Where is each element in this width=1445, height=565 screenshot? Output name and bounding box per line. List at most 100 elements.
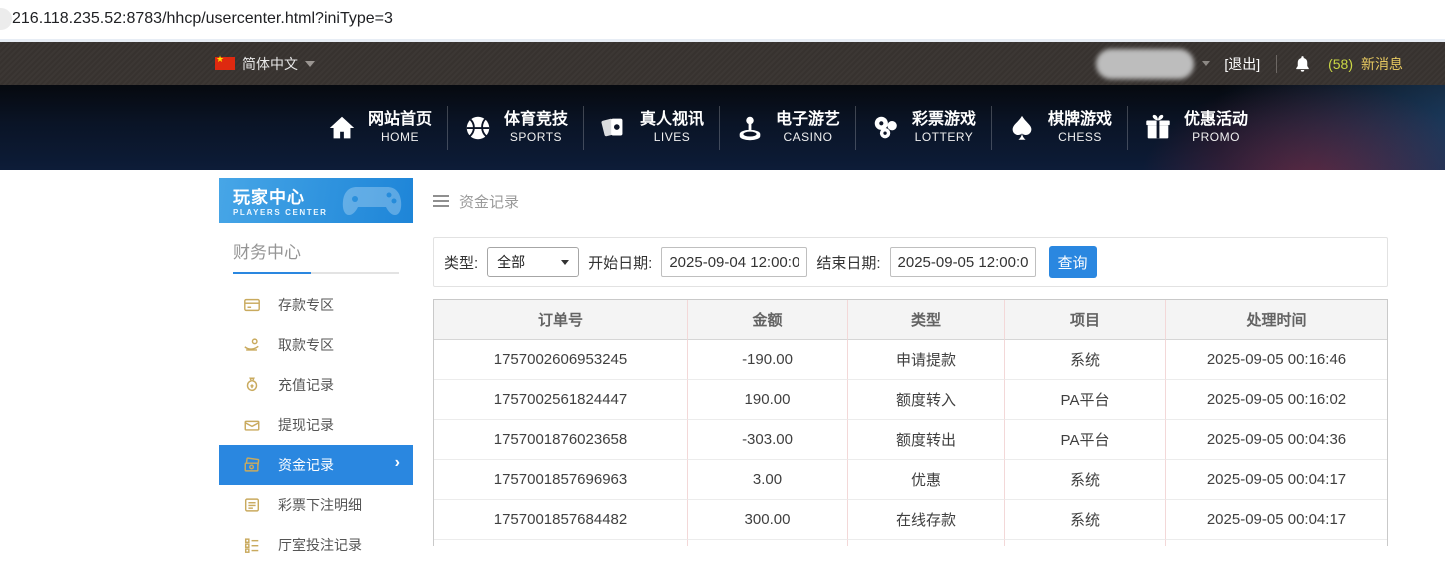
sidebar-item-withdrawal-records[interactable]: 提现记录 — [219, 405, 413, 445]
nav-item-lottery[interactable]: 彩票游戏LOTTERY — [856, 85, 991, 170]
cell-order-no: 1757001876023658 — [434, 420, 687, 460]
url-text[interactable]: 216.118.235.52:8783/hhcp/usercenter.html… — [12, 10, 393, 28]
nav-label-zh: 网站首页 — [368, 110, 432, 130]
logout-link[interactable]: [退出] — [1224, 54, 1260, 74]
bell-icon[interactable] — [1293, 54, 1312, 74]
cell-order-no — [434, 540, 687, 546]
sidebar-item-withdraw-zone[interactable]: 取款专区 — [219, 325, 413, 365]
hamburger-icon[interactable] — [433, 192, 449, 210]
table-row: 1757001876023658 -303.00 额度转出 PA平台 2025-… — [434, 420, 1387, 460]
nav-label-zh: 电子游艺 — [776, 110, 840, 130]
cell-project: 系统 — [1004, 500, 1165, 540]
cell-type: 优惠 — [847, 460, 1004, 500]
start-date-input[interactable] — [661, 247, 807, 277]
cell-project: PA平台 — [1004, 380, 1165, 420]
language-selector[interactable]: ★ 简体中文 — [215, 42, 315, 85]
user-chevron-down-icon[interactable] — [1202, 61, 1210, 66]
joystick-icon — [735, 113, 765, 143]
nav-item-casino[interactable]: 电子游艺CASINO — [720, 85, 855, 170]
cell-time: 2025-09-05 00:04:17 — [1165, 460, 1387, 500]
message-count[interactable]: (58) — [1328, 56, 1353, 72]
type-select[interactable]: 全部 — [487, 247, 579, 277]
finance-section-label: 财务中心 — [233, 238, 399, 263]
user-area: [退出] (58) 新消息 — [1096, 42, 1403, 85]
sidebar-item-recharge-records[interactable]: 充值记录 — [219, 365, 413, 405]
sidebar-menu: 存款专区 取款专区 充值记录 提现记录 资金记录 › 彩票下注明细 厅室投注记录 — [219, 285, 413, 565]
col-header-time: 处理时间 — [1165, 300, 1387, 340]
spade-icon — [1007, 113, 1037, 143]
finance-section-underline — [233, 272, 399, 274]
sidebar-item-room-bet-records[interactable]: 厅室投注记录 — [219, 525, 413, 565]
select-caret-icon — [561, 260, 569, 265]
cell-project: 系统 — [1004, 460, 1165, 500]
filter-bar: 类型: 全部 开始日期: 结束日期: 查询 — [433, 237, 1388, 287]
type-filter-label: 类型: — [444, 252, 478, 273]
money-bag-icon — [243, 376, 261, 394]
col-header-amount: 金额 — [687, 300, 847, 340]
basketball-icon — [463, 113, 493, 143]
breadcrumb: 资金记录 — [433, 187, 1388, 215]
nav-label-en: HOME — [381, 130, 419, 145]
end-date-input[interactable] — [890, 247, 1036, 277]
col-header-type: 类型 — [847, 300, 1004, 340]
finance-section: 财务中心 — [233, 238, 399, 274]
nav-label-zh: 优惠活动 — [1184, 110, 1248, 130]
type-select-value: 全部 — [497, 252, 525, 272]
cell-time: 2025-09-05 00:04:17 — [1165, 500, 1387, 540]
message-label[interactable]: 新消息 — [1361, 54, 1403, 74]
cell-project: 系统 — [1004, 340, 1165, 380]
nav-label-zh: 彩票游戏 — [912, 110, 976, 130]
sidebar-item-label: 资金记录 — [278, 455, 334, 475]
col-header-order-no: 订单号 — [434, 300, 687, 340]
sidebar-item-label: 取款专区 — [278, 335, 334, 355]
withdraw-hand-icon — [243, 336, 261, 354]
chevron-right-icon: › — [395, 454, 400, 472]
cell-project — [1004, 540, 1165, 546]
search-button[interactable]: 查询 — [1049, 246, 1097, 278]
cell-order-no: 1757001857684482 — [434, 500, 687, 540]
nav-label-en: CASINO — [783, 130, 832, 145]
cell-time — [1165, 540, 1387, 546]
cell-time: 2025-09-05 00:04:36 — [1165, 420, 1387, 460]
nav-item-lives[interactable]: 真人视讯LIVES — [584, 85, 719, 170]
sidebar-item-label: 厅室投注记录 — [278, 535, 362, 555]
main-nav: 网站首页HOME 体育竞技SPORTS 真人视讯LIVES 电子游艺CASINO… — [0, 85, 1445, 170]
chevron-down-icon — [305, 61, 315, 67]
cell-type: 额度转入 — [847, 380, 1004, 420]
cash-icon — [243, 456, 261, 474]
cell-type: 额度转出 — [847, 420, 1004, 460]
cell-order-no: 1757002561824447 — [434, 380, 687, 420]
table-row: 1757002561824447 190.00 额度转入 PA平台 2025-0… — [434, 380, 1387, 420]
nav-label-en: PROMO — [1192, 130, 1240, 145]
col-header-project: 项目 — [1004, 300, 1165, 340]
nav-item-sports[interactable]: 体育竞技SPORTS — [448, 85, 583, 170]
nav-item-promo[interactable]: 优惠活动PROMO — [1128, 85, 1263, 170]
cards-icon — [599, 113, 629, 143]
sidebar: 玩家中心 PLAYERS CENTER 财务中心 存款专区 取款专区 充值记录 … — [219, 178, 413, 547]
sidebar-item-lottery-bet-details[interactable]: 彩票下注明细 — [219, 485, 413, 525]
sidebar-item-label: 充值记录 — [278, 375, 334, 395]
nav-label-en: CHESS — [1058, 130, 1102, 145]
nav-label-zh: 真人视讯 — [640, 110, 704, 130]
gamepad-icon — [341, 181, 403, 221]
china-flag-icon: ★ — [215, 57, 235, 70]
home-icon — [327, 113, 357, 143]
sidebar-item-funds-records[interactable]: 资金记录 › — [219, 445, 413, 485]
list-detail-icon — [243, 536, 261, 554]
nav-item-home[interactable]: 网站首页HOME — [312, 85, 447, 170]
gift-icon — [1143, 113, 1173, 143]
nav-items: 网站首页HOME 体育竞技SPORTS 真人视讯LIVES 电子游艺CASINO… — [312, 85, 1263, 170]
cell-time: 2025-09-05 00:16:46 — [1165, 340, 1387, 380]
browser-chrome-fragment — [0, 8, 12, 30]
main-content: 资金记录 类型: 全部 开始日期: 结束日期: 查询 订单号 金额 类型 项目 … — [433, 178, 1388, 547]
sidebar-item-deposit-zone[interactable]: 存款专区 — [219, 285, 413, 325]
username-blurred[interactable] — [1096, 49, 1194, 79]
table-header-row: 订单号 金额 类型 项目 处理时间 — [434, 300, 1387, 340]
lottery-balls-icon — [871, 113, 901, 143]
cell-order-no: 1757002606953245 — [434, 340, 687, 380]
wallet-icon — [243, 416, 261, 434]
table-row-partial — [434, 540, 1387, 546]
nav-label-en: LIVES — [654, 130, 691, 145]
nav-item-chess[interactable]: 棋牌游戏CHESS — [992, 85, 1127, 170]
sidebar-item-label: 彩票下注明细 — [278, 495, 362, 515]
